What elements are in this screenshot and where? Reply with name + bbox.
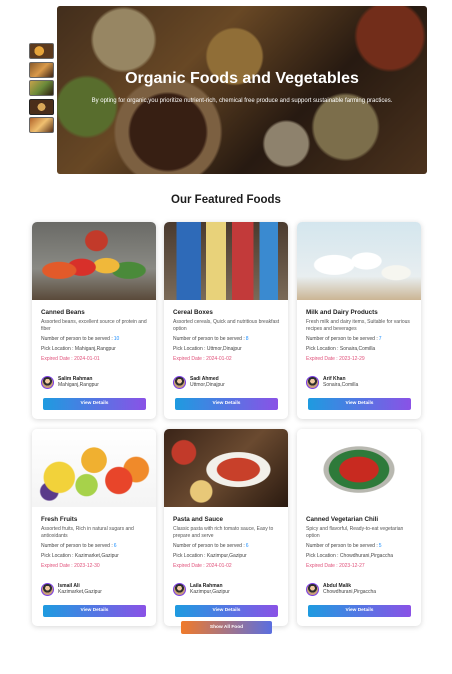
view-details-button[interactable]: View Details (175, 605, 278, 617)
food-location: Pick Location : Uttmor,Dinajpur (173, 346, 242, 352)
food-description: Assorted beans, excellent source of prot… (41, 319, 147, 332)
food-name: Pasta and Sauce (173, 516, 224, 523)
avatar (173, 582, 186, 596)
food-image (32, 222, 156, 300)
food-serves: Number of person to be served :7 (306, 336, 382, 342)
avatar (41, 582, 54, 596)
hero-overlay (57, 6, 427, 174)
donor-info: Arif Khan Sonaira,Comilla (306, 375, 358, 389)
food-expired: Expired Date : 2023-12-29 (306, 356, 365, 362)
donor-info: Laila Rahman Kazimpur,Gazipur (173, 582, 230, 596)
hero-thumbnail[interactable] (29, 80, 54, 96)
food-description: Assorted cereals, Quick and nutritious b… (173, 319, 280, 332)
donor-address: Kazimarket,Gazipur (58, 589, 102, 595)
show-all-food-button[interactable]: Show All Food (181, 621, 272, 634)
food-card: Fresh Fruits Assorted fruits, Rich in na… (32, 429, 156, 626)
food-expired: Expired Date : 2023-12-30 (41, 563, 100, 569)
food-serves: Number of person to be served :10 (41, 336, 120, 342)
food-name: Cereal Boxes (173, 309, 213, 316)
view-details-button[interactable]: View Details (175, 398, 278, 410)
view-details-button[interactable]: View Details (43, 605, 146, 617)
hero-thumbnail[interactable] (29, 117, 54, 133)
view-details-button[interactable]: View Details (308, 398, 411, 410)
food-expired: Expired Date : 2024-01-01 (41, 356, 100, 362)
food-description: Assorted fruits, Rich in natural sugars … (41, 526, 134, 539)
donor-info: Salim Rahman Mahiganj,Rangpur (41, 375, 99, 389)
food-description: Spicy and flavorful, Ready-to-eat vegeta… (306, 526, 404, 539)
food-description: Fresh milk and dairy items, Suitable for… (306, 319, 410, 332)
food-name: Milk and Dairy Products (306, 309, 378, 316)
donor-address: Mahiganj,Rangpur (58, 382, 99, 388)
food-serves: Number of person to be served :8 (173, 336, 249, 342)
food-image (164, 222, 288, 300)
avatar (306, 582, 319, 596)
hero-thumbnail-active[interactable] (29, 98, 54, 115)
food-name: Canned Beans (41, 309, 85, 316)
food-card: Pasta and Sauce Classic pasta with rich … (164, 429, 288, 626)
donor-address: Kazimpur,Gazipur (190, 589, 230, 595)
avatar (306, 375, 319, 389)
food-card: Canned Beans Assorted beans, excellent s… (32, 222, 156, 419)
food-expired: Expired Date : 2024-01-02 (173, 356, 232, 362)
food-serves: Number of person to be served :6 (41, 543, 117, 549)
section-title: Our Featured Foods (171, 194, 281, 206)
food-location: Pick Location : Mahiganj,Rangpur (41, 346, 116, 352)
food-card: Milk and Dairy Products Fresh milk and d… (297, 222, 421, 419)
food-card: Canned Vegetarian Chili Spicy and flavor… (297, 429, 421, 626)
hero-thumbnail[interactable] (29, 43, 54, 59)
food-card: Cereal Boxes Assorted cereals, Quick and… (164, 222, 288, 419)
donor-info: Sadi Ahmed Uttmor,Dinajpur (173, 375, 225, 389)
hero-title: Organic Foods and Vegetables (125, 70, 359, 87)
food-image (297, 222, 421, 300)
food-location: Pick Location : Kazimarket,Gazipur (41, 553, 119, 559)
food-description: Classic pasta with rich tomato sauce, Ea… (173, 526, 274, 539)
food-location: Pick Location : Kazimpur,Gazipur (173, 553, 247, 559)
view-details-button[interactable]: View Details (308, 605, 411, 617)
hero-banner: Organic Foods and Vegetables By opting f… (57, 6, 427, 174)
hero-subtitle: By opting for organic,you prioritize nut… (91, 98, 393, 104)
food-expired: Expired Date : 2023-12-27 (306, 563, 365, 569)
food-location: Pick Location : Chowdhurani,Pirgaccha (306, 553, 394, 559)
donor-address: Chowdhurani,Pirgaccha (323, 589, 377, 595)
food-location: Pick Location : Sonaira,Comilla (306, 346, 376, 352)
food-name: Fresh Fruits (41, 516, 78, 523)
donor-address: Sonaira,Comilla (323, 382, 359, 388)
food-name: Canned Vegetarian Chili (306, 516, 379, 523)
food-image (297, 429, 421, 507)
food-serves: Number of person to be served :6 (173, 543, 249, 549)
hero-thumbnail[interactable] (29, 61, 54, 78)
food-image (164, 429, 288, 507)
avatar (173, 375, 186, 389)
donor-info: Ismail Ali Kazimarket,Gazipur (41, 582, 102, 596)
avatar (41, 375, 54, 389)
view-details-button[interactable]: View Details (43, 398, 146, 410)
donor-info: Abdul Malik Chowdhurani,Pirgaccha (306, 582, 376, 596)
food-serves: Number of person to be served :5 (306, 543, 382, 549)
food-expired: Expired Date : 2024-01-02 (173, 563, 232, 569)
hero-thumbnails (29, 43, 54, 136)
food-image (32, 429, 156, 507)
donor-address: Uttmor,Dinajpur (190, 382, 225, 388)
